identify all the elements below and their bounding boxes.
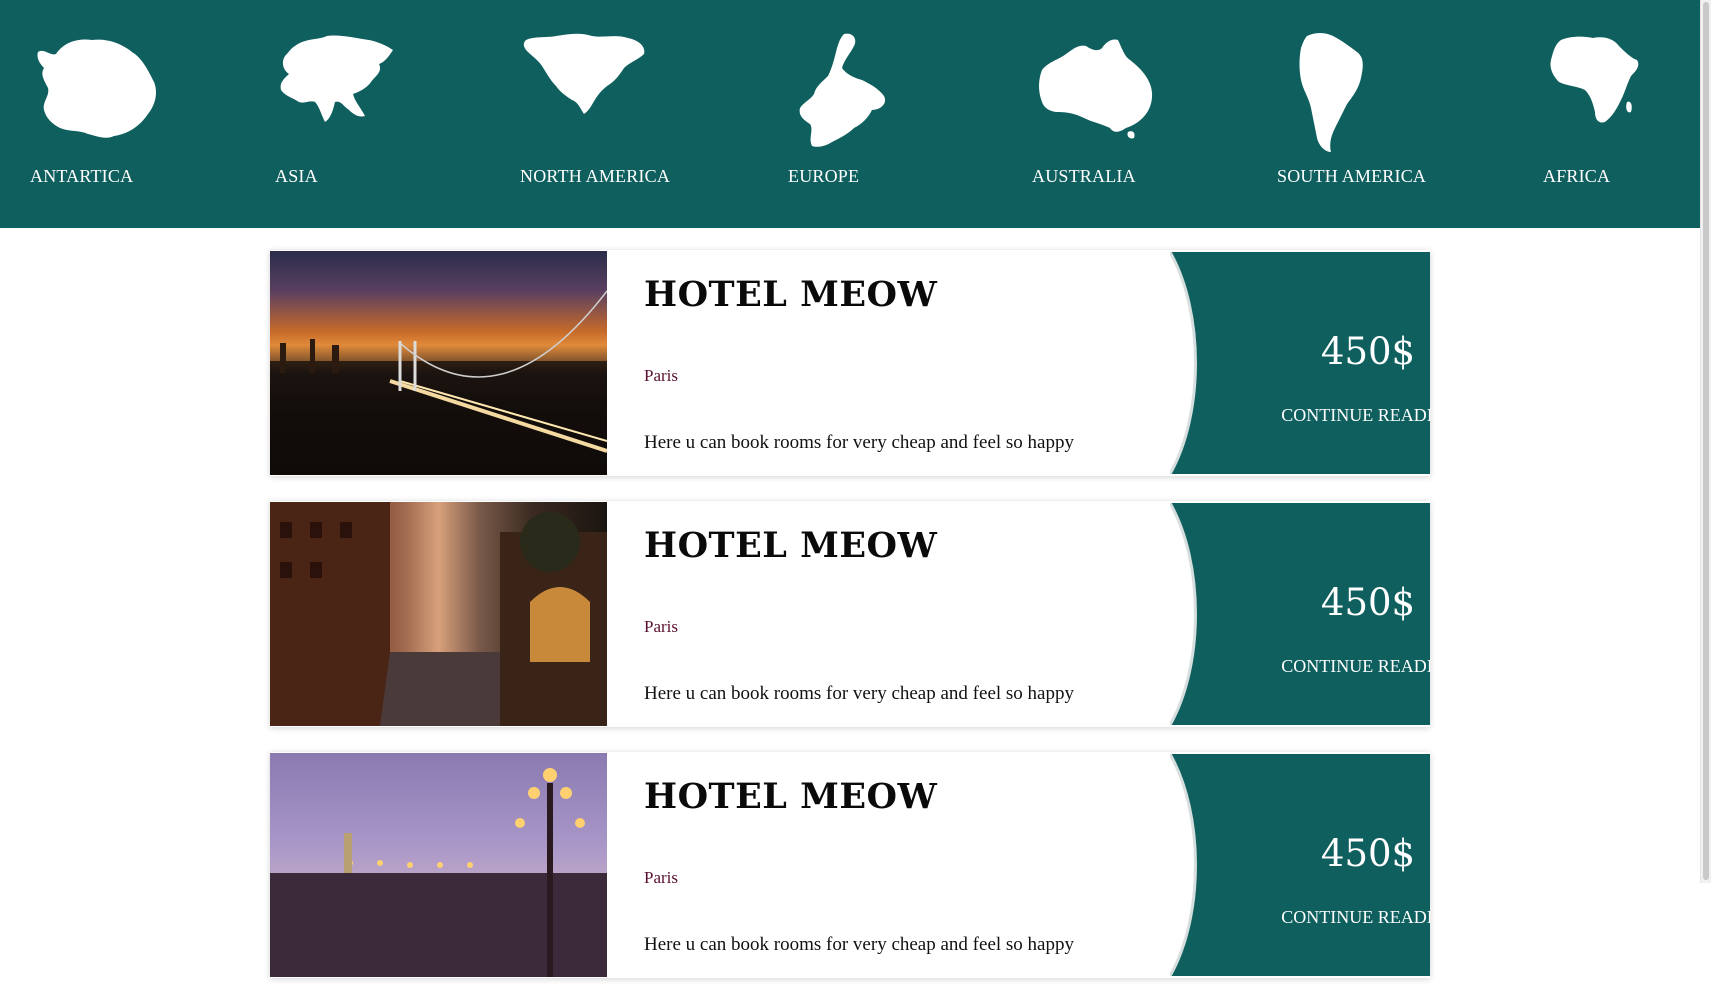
hotel-city: Paris [644, 617, 678, 636]
bridge-at-sunset-photo [270, 290, 608, 475]
hotel-title: HOTEL MEOW [644, 525, 938, 566]
australia-map-icon [1032, 30, 1158, 140]
continent-nav-bar: ANTARTICA ASIA NORTH AMERICA EUROPE AUST… [0, 0, 1700, 228]
hotel-description: Here u can book rooms for very cheap and… [644, 432, 1074, 453]
hotel-card: HOTEL MEOW Paris Here u can book rooms f… [270, 752, 1430, 978]
antarctica-map-icon [30, 30, 160, 142]
hotel-city: Paris [644, 868, 678, 887]
continent-label: SOUTH AMERICA [1277, 166, 1427, 186]
north-america-map-icon [520, 30, 650, 118]
vertical-scrollbar[interactable] [1700, 0, 1711, 883]
asia-map-icon [275, 30, 395, 130]
scrollbar-thumb[interactable] [1703, 2, 1709, 880]
hotel-photo [270, 502, 607, 726]
canal-at-dusk-photo [270, 502, 607, 726]
continent-label: NORTH AMERICA [520, 166, 671, 186]
continent-label: EUROPE [788, 166, 860, 186]
africa-map-icon [1543, 30, 1653, 130]
price-panel: 450$ CONTINUE READING [1170, 754, 1430, 976]
continue-reading-link[interactable]: CONTINUE READING [1264, 405, 1430, 426]
hotel-title: HOTEL MEOW [644, 274, 938, 315]
hotel-card: HOTEL MEOW Paris Here u can book rooms f… [270, 250, 1430, 476]
hotel-price: 450$ [1320, 581, 1416, 624]
price-panel: 450$ CONTINUE READING [1170, 252, 1430, 474]
hotel-description: Here u can book rooms for very cheap and… [644, 683, 1074, 704]
continent-label: AFRICA [1543, 166, 1611, 186]
hotel-city: Paris [644, 366, 678, 385]
south-america-map-icon [1277, 30, 1387, 158]
continent-label: ANTARTICA [30, 166, 134, 186]
continent-label: AUSTRALIA [1032, 166, 1136, 186]
paris-bridge-lamps-photo [270, 768, 607, 977]
hotel-photo [270, 251, 608, 475]
europe-map-icon [788, 30, 898, 150]
hotel-list: HOTEL MEOW Paris Here u can book rooms f… [270, 250, 1430, 1003]
continent-label: ASIA [275, 166, 318, 186]
hotel-photo [270, 753, 607, 977]
continue-reading-link[interactable]: CONTINUE READING [1264, 656, 1430, 677]
hotel-description: Here u can book rooms for very cheap and… [644, 934, 1074, 955]
hotel-price: 450$ [1320, 832, 1416, 875]
hotel-price: 450$ [1320, 330, 1416, 373]
continue-reading-link[interactable]: CONTINUE READING [1264, 907, 1430, 928]
hotel-card: HOTEL MEOW Paris Here u can book rooms f… [270, 501, 1430, 727]
price-panel: 450$ CONTINUE READING [1170, 503, 1430, 725]
hotel-title: HOTEL MEOW [644, 776, 938, 817]
